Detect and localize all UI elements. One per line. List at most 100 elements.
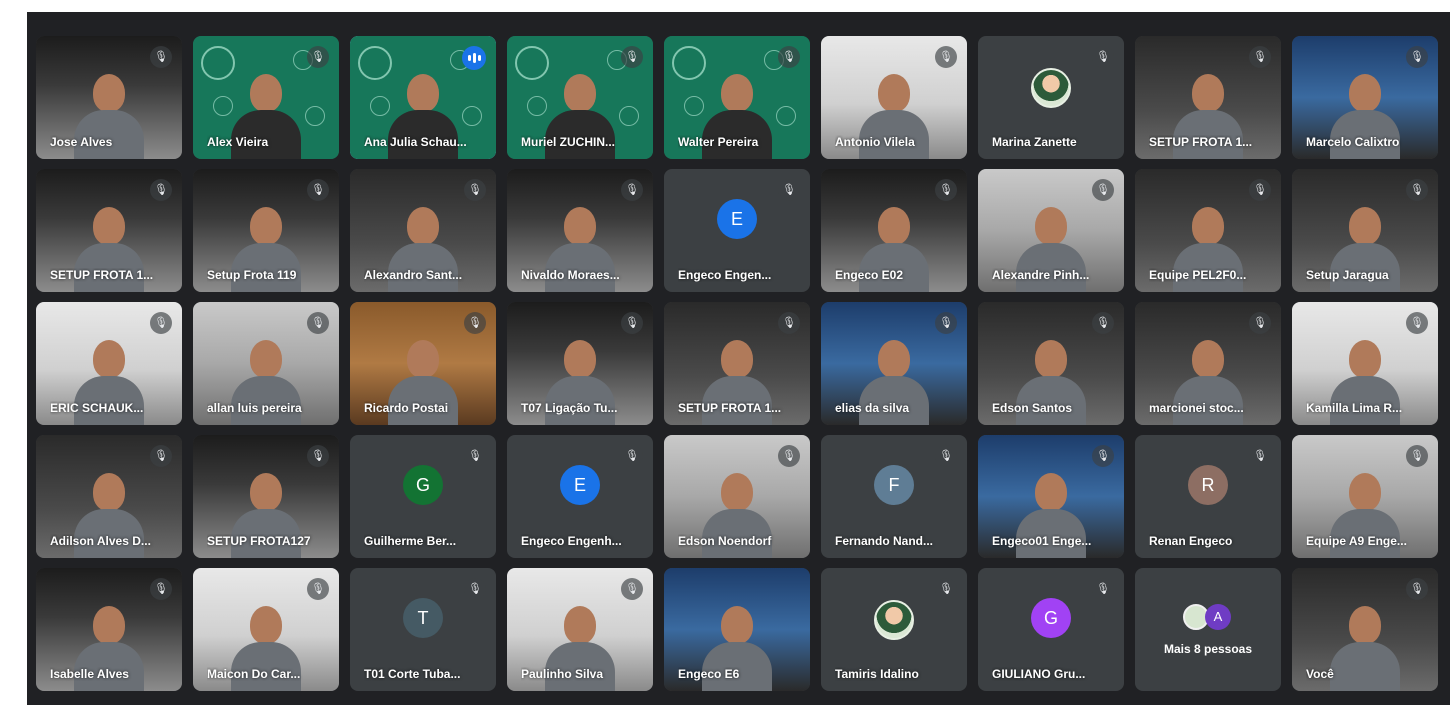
- mic-off-icon: 🎙: [1249, 445, 1271, 467]
- participant-name: T07 Ligação Tu...: [521, 401, 618, 415]
- mic-off-icon: 🎙: [307, 445, 329, 467]
- participant-name: Setup Jaragua: [1306, 268, 1389, 282]
- participant-tile[interactable]: G GIULIANO Gru... 🎙: [978, 568, 1124, 691]
- participant-tile[interactable]: Ricardo Postai 🎙: [350, 302, 496, 425]
- participant-tile[interactable]: Nivaldo Moraes... 🎙: [507, 169, 653, 292]
- mic-off-icon: 🎙: [150, 312, 172, 334]
- mic-off-icon: 🎙: [1406, 445, 1428, 467]
- participant-tile[interactable]: T07 Ligação Tu... 🎙: [507, 302, 653, 425]
- participant-name: Alexandre Pinh...: [992, 268, 1090, 282]
- participant-tile[interactable]: A Mais 8 pessoas: [1135, 568, 1281, 691]
- participant-name: Tamiris Idalino: [835, 667, 919, 681]
- mic-off-icon: 🎙: [1406, 179, 1428, 201]
- participant-name: Nivaldo Moraes...: [521, 268, 620, 282]
- participant-name: Muriel ZUCHIN...: [521, 135, 616, 149]
- more-participants-label: Mais 8 pessoas: [1163, 642, 1253, 656]
- mic-off-icon: 🎙: [935, 578, 957, 600]
- mic-off-icon: 🎙: [464, 578, 486, 600]
- participant-tile[interactable]: Alexandro Sant... 🎙: [350, 169, 496, 292]
- mic-off-icon: 🎙: [778, 445, 800, 467]
- participant-name: Edson Noendorf: [678, 534, 772, 548]
- participant-tile[interactable]: Edson Noendorf 🎙: [664, 435, 810, 558]
- mic-off-icon: 🎙: [621, 445, 643, 467]
- participant-tile[interactable]: Equipe PEL2F0... 🎙: [1135, 169, 1281, 292]
- participant-tile[interactable]: Engeco E02 🎙: [821, 169, 967, 292]
- mic-off-icon: 🎙: [1406, 578, 1428, 600]
- participant-tile[interactable]: Setup Frota 119 🎙: [193, 169, 339, 292]
- mic-off-icon: 🎙: [1092, 445, 1114, 467]
- participant-name: Você: [1306, 667, 1334, 681]
- participant-grid: Jose Alves 🎙 Alex Vieira 🎙 Ana Julia Schau..…: [36, 36, 1438, 691]
- mic-off-icon: 🎙: [935, 312, 957, 334]
- mic-off-icon: 🎙: [621, 578, 643, 600]
- mic-off-icon: 🎙: [935, 46, 957, 68]
- participant-name: SETUP FROTA 1...: [50, 268, 154, 282]
- avatar: A: [1205, 604, 1231, 630]
- participant-tile[interactable]: Adilson Alves D... 🎙: [36, 435, 182, 558]
- participant-tile[interactable]: E Engeco Engenh... 🎙: [507, 435, 653, 558]
- participant-name: Adilson Alves D...: [50, 534, 151, 548]
- participant-name: Setup Frota 119: [207, 268, 297, 282]
- participant-tile[interactable]: SETUP FROTA 1... 🎙: [1135, 36, 1281, 159]
- participant-tile[interactable]: Engeco01 Enge... 🎙: [978, 435, 1124, 558]
- participant-tile[interactable]: R Renan Engeco 🎙: [1135, 435, 1281, 558]
- mic-off-icon: 🎙: [150, 179, 172, 201]
- meeting-stage: Jose Alves 🎙 Alex Vieira 🎙 Ana Julia Schau..…: [27, 12, 1450, 705]
- mic-off-icon: 🎙: [621, 46, 643, 68]
- mic-off-icon: 🎙: [935, 445, 957, 467]
- participant-tile[interactable]: Edson Santos 🎙: [978, 302, 1124, 425]
- participant-tile[interactable]: Isabelle Alves 🎙: [36, 568, 182, 691]
- participant-name: elias da silva: [835, 401, 910, 415]
- participant-name: Engeco01 Enge...: [992, 534, 1092, 548]
- participant-tile[interactable]: F Fernando Nand... 🎙: [821, 435, 967, 558]
- participant-tile[interactable]: Jose Alves 🎙: [36, 36, 182, 159]
- participant-tile[interactable]: Ana Julia Schau...: [350, 36, 496, 159]
- participant-tile[interactable]: Paulinho Silva 🎙: [507, 568, 653, 691]
- mic-off-icon: 🎙: [778, 179, 800, 201]
- participant-name: Ana Julia Schau...: [364, 135, 467, 149]
- participant-tile[interactable]: ERIC SCHAUK... 🎙: [36, 302, 182, 425]
- participant-tile[interactable]: T T01 Corte Tuba... 🎙: [350, 568, 496, 691]
- participant-tile[interactable]: SETUP FROTA 1... 🎙: [664, 302, 810, 425]
- mic-off-icon: 🎙: [1406, 312, 1428, 334]
- participant-name: T01 Corte Tuba...: [364, 667, 461, 681]
- participant-tile[interactable]: elias da silva 🎙: [821, 302, 967, 425]
- avatar: T: [403, 598, 443, 638]
- participant-name: Engeco Engenh...: [521, 534, 622, 548]
- participant-tile[interactable]: marcionei stoc... 🎙: [1135, 302, 1281, 425]
- participant-tile[interactable]: Alexandre Pinh... 🎙: [978, 169, 1124, 292]
- mic-off-icon: 🎙: [1092, 578, 1114, 600]
- mic-off-icon: 🎙: [1092, 179, 1114, 201]
- participant-tile[interactable]: G Guilherme Ber... 🎙: [350, 435, 496, 558]
- speaking-indicator-icon: [462, 46, 486, 70]
- avatar: [874, 600, 914, 640]
- participant-name: GIULIANO Gru...: [992, 667, 1086, 681]
- participant-tile[interactable]: Marina Zanette 🎙: [978, 36, 1124, 159]
- participant-tile[interactable]: allan luis pereira 🎙: [193, 302, 339, 425]
- participant-tile[interactable]: Tamiris Idalino 🎙: [821, 568, 967, 691]
- participant-tile[interactable]: Marcelo Calixtro 🎙: [1292, 36, 1438, 159]
- participant-tile[interactable]: Você 🎙: [1292, 568, 1438, 691]
- participant-tile[interactable]: E Engeco Engen... 🎙: [664, 169, 810, 292]
- participant-name: Kamilla Lima R...: [1306, 401, 1403, 415]
- participant-tile[interactable]: Walter Pereira 🎙: [664, 36, 810, 159]
- participant-tile[interactable]: SETUP FROTA 1... 🎙: [36, 169, 182, 292]
- participant-tile[interactable]: Antonio Vilela 🎙: [821, 36, 967, 159]
- participant-tile[interactable]: Setup Jaragua 🎙: [1292, 169, 1438, 292]
- participant-tile[interactable]: Alex Vieira 🎙: [193, 36, 339, 159]
- participant-tile[interactable]: SETUP FROTA127 🎙: [193, 435, 339, 558]
- participant-name: ERIC SCHAUK...: [50, 401, 144, 415]
- participant-name: Alex Vieira: [207, 135, 269, 149]
- participant-tile[interactable]: Maicon Do Car... 🎙: [193, 568, 339, 691]
- participant-tile[interactable]: Engeco E6: [664, 568, 810, 691]
- participant-name: Equipe PEL2F0...: [1149, 268, 1247, 282]
- participant-name: Engeco E02: [835, 268, 904, 282]
- participant-tile[interactable]: Muriel ZUCHIN... 🎙: [507, 36, 653, 159]
- more-participants-avatars: A: [1183, 604, 1233, 630]
- participant-name: allan luis pereira: [207, 401, 302, 415]
- participant-tile[interactable]: Kamilla Lima R... 🎙: [1292, 302, 1438, 425]
- avatar: R: [1188, 465, 1228, 505]
- participant-tile[interactable]: Equipe A9 Enge... 🎙: [1292, 435, 1438, 558]
- mic-off-icon: 🎙: [150, 445, 172, 467]
- avatar: E: [560, 465, 600, 505]
